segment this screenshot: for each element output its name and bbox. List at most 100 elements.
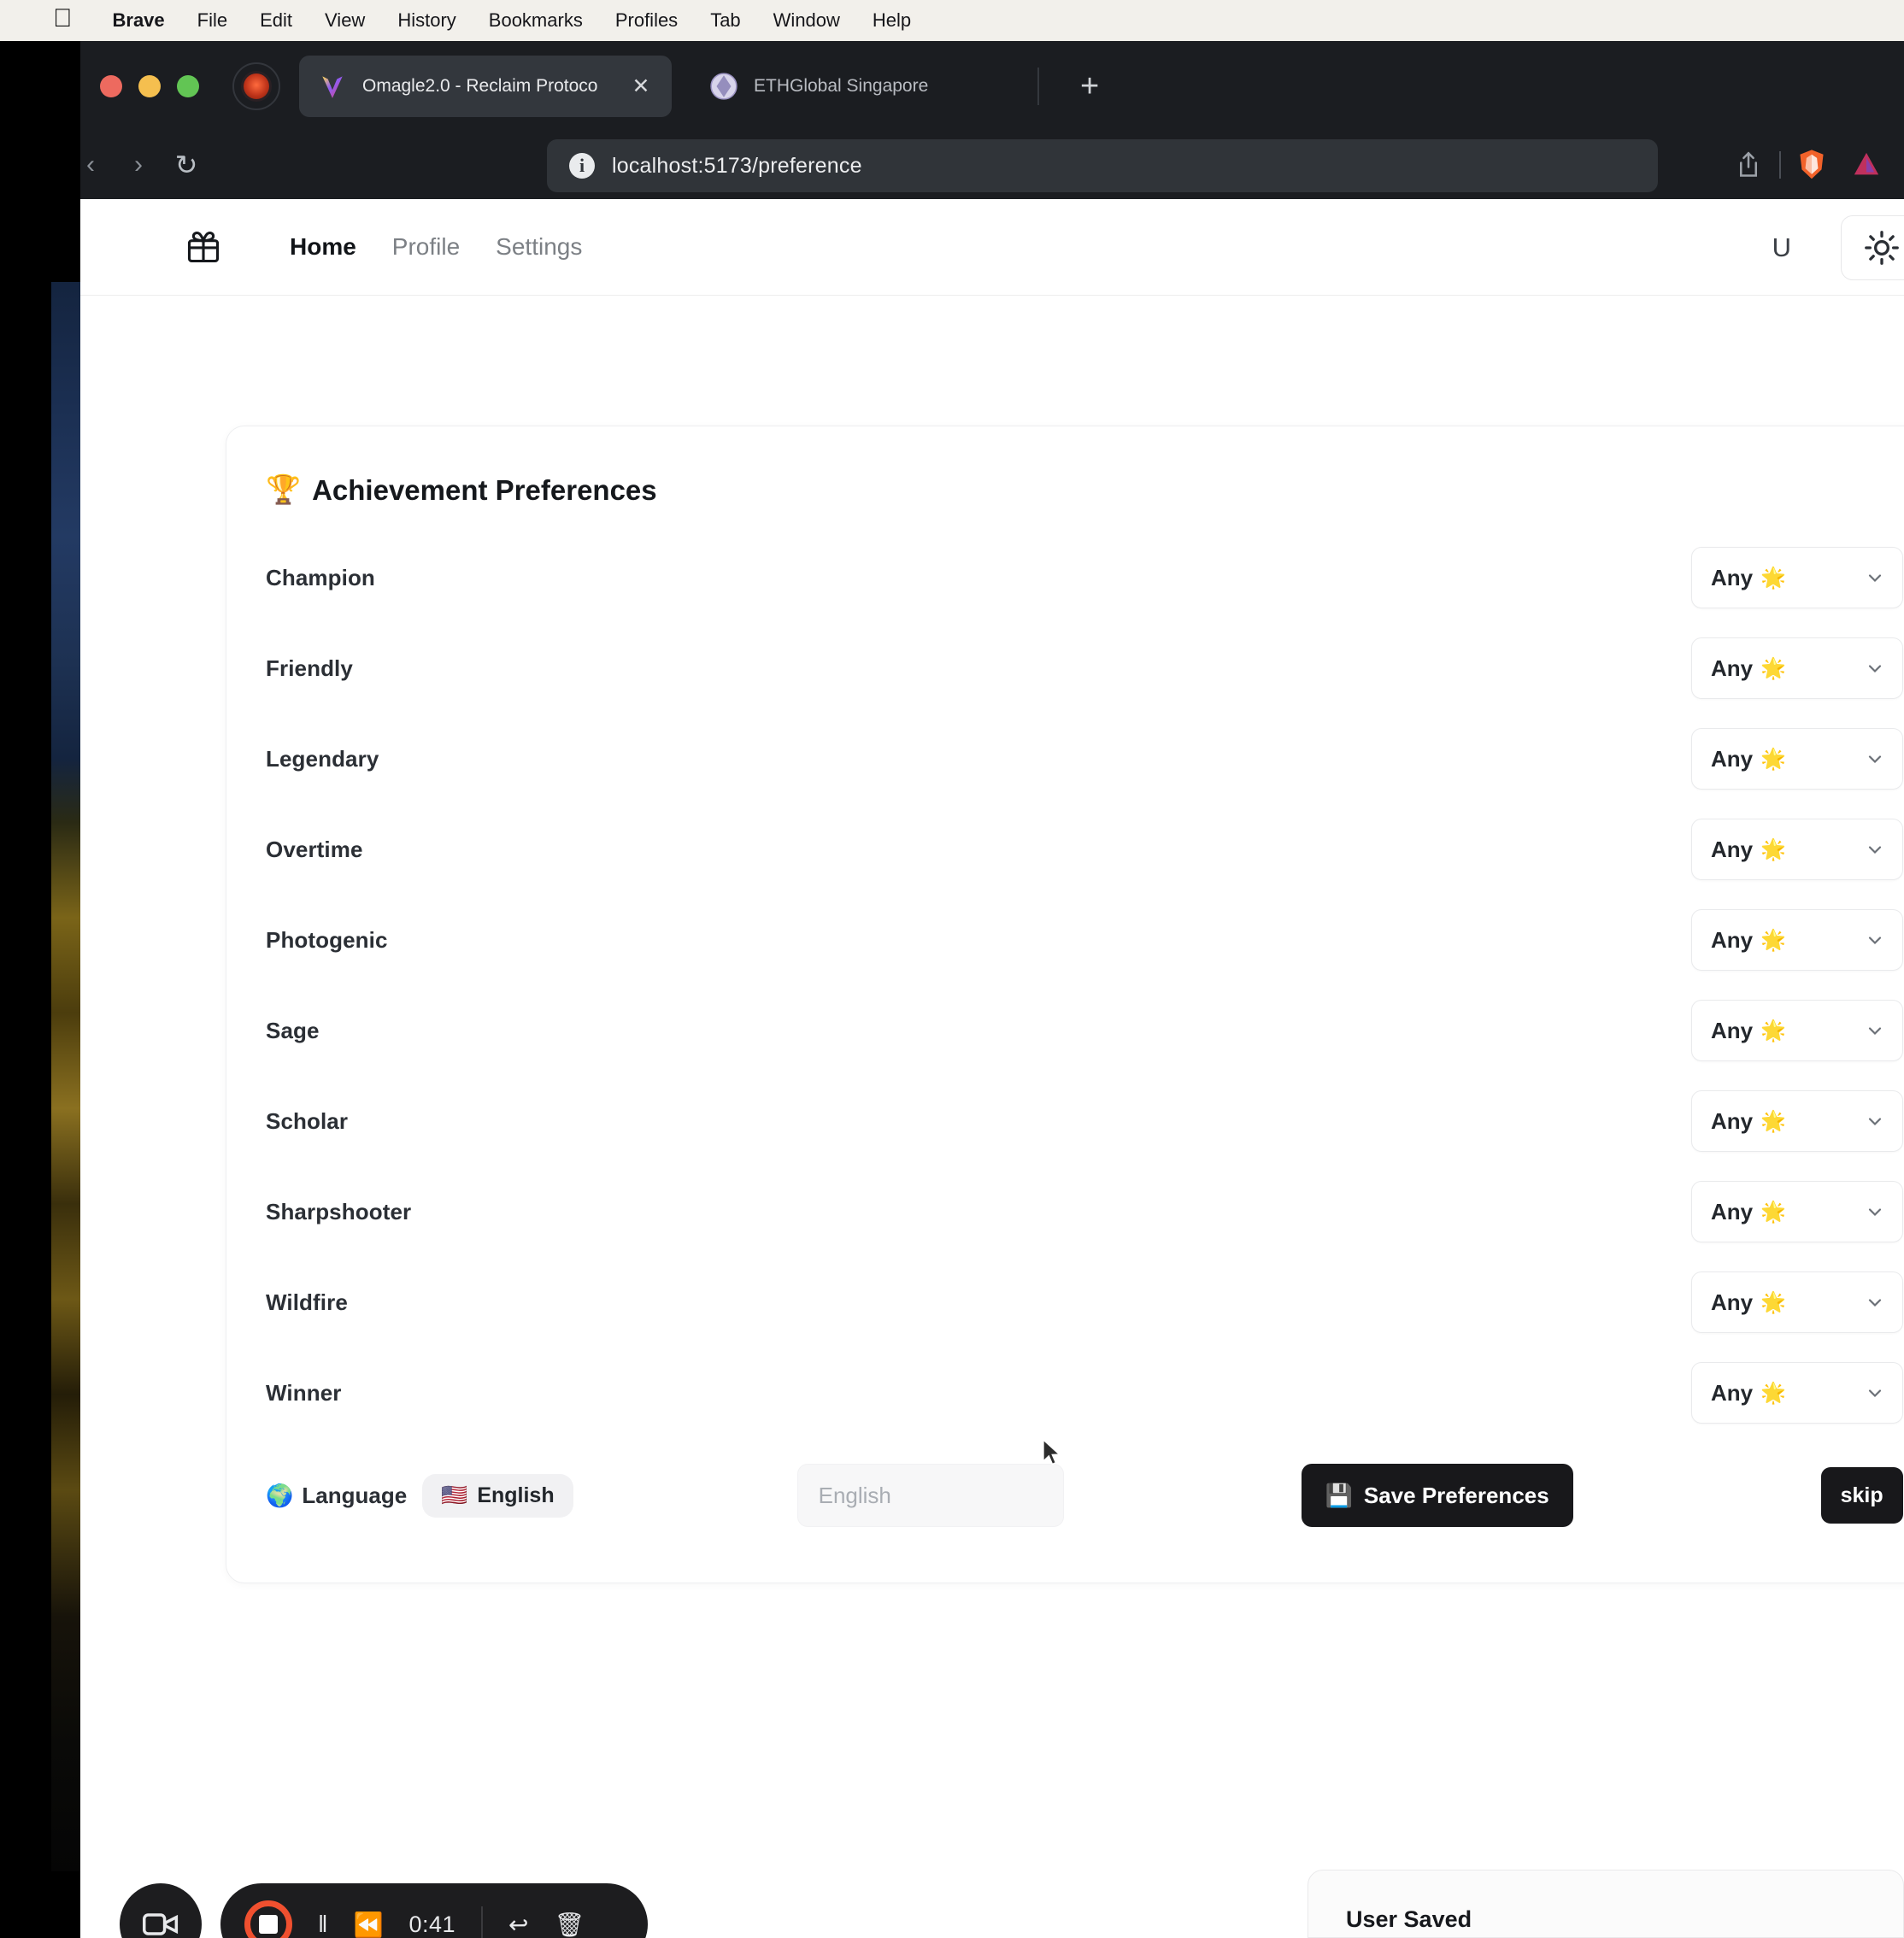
save-preferences-button[interactable]: 💾 Save Preferences bbox=[1301, 1464, 1573, 1527]
undo-icon[interactable]: ↩ bbox=[508, 1911, 528, 1938]
browser-tab-active[interactable]: Omagle2.0 - Reclaim Protoco ✕ bbox=[299, 55, 672, 117]
rewind-icon[interactable]: ⏪ bbox=[354, 1911, 384, 1938]
preference-select-value: Any 🌟 bbox=[1711, 1108, 1786, 1135]
preference-value-text: Any bbox=[1711, 1017, 1754, 1043]
preference-select-legendary[interactable]: Any 🌟 bbox=[1691, 728, 1903, 790]
floppy-disk-icon: 💾 bbox=[1325, 1482, 1353, 1508]
minimize-window-button[interactable] bbox=[138, 74, 161, 97]
nav-link-profile[interactable]: Profile bbox=[374, 233, 478, 261]
toolbar-divider bbox=[1779, 151, 1781, 179]
menu-item-brave[interactable]: Brave bbox=[97, 9, 181, 32]
trophy-icon: 🏆 bbox=[266, 473, 302, 505]
preference-row: Winner Any 🌟 bbox=[266, 1348, 1903, 1438]
language-input[interactable]: English bbox=[796, 1464, 1064, 1527]
preference-label: Winner bbox=[266, 1379, 342, 1406]
preference-label: Legendary bbox=[266, 745, 379, 772]
card-title-text: Achievement Preferences bbox=[312, 473, 657, 506]
card-footer: 🌍 Language 🇺🇸 English English 💾 Save Pre… bbox=[226, 1457, 1904, 1534]
star-icon: 🌟 bbox=[1760, 747, 1787, 771]
extension-icon[interactable] bbox=[1839, 150, 1894, 179]
star-icon: 🌟 bbox=[1760, 1019, 1787, 1042]
preference-select-overtime[interactable]: Any 🌟 bbox=[1691, 819, 1903, 880]
toast-notification[interactable]: User Saved Your Preference data has been… bbox=[1308, 1870, 1904, 1938]
pause-icon[interactable]: ‖ bbox=[318, 1911, 328, 1938]
preference-row: Sage Any 🌟 bbox=[266, 985, 1903, 1076]
address-bar[interactable]: i localhost:5173/preference bbox=[547, 139, 1658, 192]
preference-select-sharpshooter[interactable]: Any 🌟 bbox=[1691, 1181, 1903, 1242]
chevron-down-icon bbox=[1868, 1389, 1882, 1398]
new-tab-button[interactable]: + bbox=[1080, 70, 1099, 103]
nav-link-home[interactable]: Home bbox=[272, 233, 374, 261]
chevron-down-icon bbox=[1868, 1027, 1882, 1036]
sun-icon bbox=[1865, 230, 1899, 265]
apple-logo-icon[interactable]:  bbox=[53, 6, 73, 32]
maximize-window-button[interactable] bbox=[177, 74, 199, 97]
preference-value-text: Any bbox=[1711, 926, 1754, 953]
language-chip[interactable]: 🇺🇸 English bbox=[422, 1473, 573, 1518]
chevron-down-icon bbox=[1868, 846, 1882, 854]
language-chip-label: English bbox=[477, 1483, 555, 1507]
star-icon: 🌟 bbox=[1760, 1381, 1787, 1405]
skip-button[interactable]: skip bbox=[1820, 1467, 1903, 1524]
theme-toggle-button[interactable] bbox=[1841, 214, 1904, 280]
menu-item-view[interactable]: View bbox=[309, 9, 381, 32]
preference-label: Photogenic bbox=[266, 926, 388, 953]
trash-icon[interactable]: 🗑 bbox=[554, 1911, 585, 1938]
menu-item-window[interactable]: Window bbox=[757, 9, 856, 32]
menu-item-tab[interactable]: Tab bbox=[694, 9, 756, 32]
camera-bubble-button[interactable] bbox=[120, 1883, 202, 1938]
reload-button[interactable]: ↻ bbox=[162, 149, 210, 181]
page-viewport: Home Profile Settings U 🏆 Achievement Pr… bbox=[80, 199, 1904, 1938]
user-avatar-initial[interactable]: U bbox=[1772, 232, 1791, 263]
preference-label: Friendly bbox=[266, 655, 353, 681]
brave-dot-icon bbox=[244, 73, 269, 99]
desktop-wallpaper-strip bbox=[51, 282, 80, 1871]
preference-row: Overtime Any 🌟 bbox=[266, 804, 1903, 895]
brave-shield-icon[interactable] bbox=[1784, 149, 1839, 181]
share-icon[interactable] bbox=[1721, 150, 1776, 179]
language-label-text: Language bbox=[302, 1482, 408, 1508]
preference-select-sage[interactable]: Any 🌟 bbox=[1691, 1000, 1903, 1061]
preference-label: Overtime bbox=[266, 836, 363, 862]
preference-select-scholar[interactable]: Any 🌟 bbox=[1691, 1090, 1903, 1152]
menu-item-file[interactable]: File bbox=[181, 9, 244, 32]
preference-select-value: Any 🌟 bbox=[1711, 1018, 1786, 1044]
preference-value-text: Any bbox=[1711, 1107, 1754, 1134]
menu-item-bookmarks[interactable]: Bookmarks bbox=[473, 9, 599, 32]
preference-value-text: Any bbox=[1711, 564, 1754, 590]
browser-tab-title: Omagle2.0 - Reclaim Protoco bbox=[362, 75, 598, 96]
preference-value-text: Any bbox=[1711, 1198, 1754, 1224]
browser-tab-inactive[interactable]: ETHGlobal Singapore bbox=[690, 56, 998, 117]
menu-item-history[interactable]: History bbox=[381, 9, 472, 32]
preference-select-winner[interactable]: Any 🌟 bbox=[1691, 1362, 1903, 1424]
dock-divider bbox=[481, 1906, 484, 1938]
preference-select-champion[interactable]: Any 🌟 bbox=[1691, 547, 1903, 608]
tab-strip-divider bbox=[1037, 67, 1039, 105]
chevron-down-icon bbox=[1868, 1299, 1882, 1307]
close-tab-button[interactable]: ✕ bbox=[629, 73, 653, 99]
preference-select-value: Any 🌟 bbox=[1711, 655, 1786, 682]
preference-select-value: Any 🌟 bbox=[1711, 1289, 1786, 1316]
menu-item-profiles[interactable]: Profiles bbox=[599, 9, 694, 32]
brave-recording-indicator-icon[interactable] bbox=[232, 62, 280, 110]
menu-item-help[interactable]: Help bbox=[856, 9, 927, 32]
preference-label: Sage bbox=[266, 1017, 320, 1043]
site-info-icon[interactable]: i bbox=[569, 153, 595, 179]
close-window-button[interactable] bbox=[100, 74, 122, 97]
camera-icon bbox=[143, 1913, 179, 1935]
preference-select-photogenic[interactable]: Any 🌟 bbox=[1691, 909, 1903, 971]
stop-recording-button[interactable] bbox=[244, 1900, 292, 1938]
menu-item-edit[interactable]: Edit bbox=[244, 9, 309, 32]
star-icon: 🌟 bbox=[1760, 1109, 1787, 1133]
forward-button[interactable]: › bbox=[115, 150, 162, 179]
preference-select-friendly[interactable]: Any 🌟 bbox=[1691, 637, 1903, 699]
preference-select-wildfire[interactable]: Any 🌟 bbox=[1691, 1271, 1903, 1333]
nav-link-settings[interactable]: Settings bbox=[478, 233, 600, 261]
preference-select-value: Any 🌟 bbox=[1711, 565, 1786, 591]
gift-box-logo-icon[interactable] bbox=[185, 228, 222, 266]
star-icon: 🌟 bbox=[1760, 656, 1787, 680]
back-button[interactable]: ‹ bbox=[80, 150, 115, 179]
browser-toolbar: ‹ › ↻ i localhost:5173/preference bbox=[80, 131, 1904, 199]
chevron-down-icon bbox=[1868, 665, 1882, 673]
star-icon: 🌟 bbox=[1760, 928, 1787, 952]
